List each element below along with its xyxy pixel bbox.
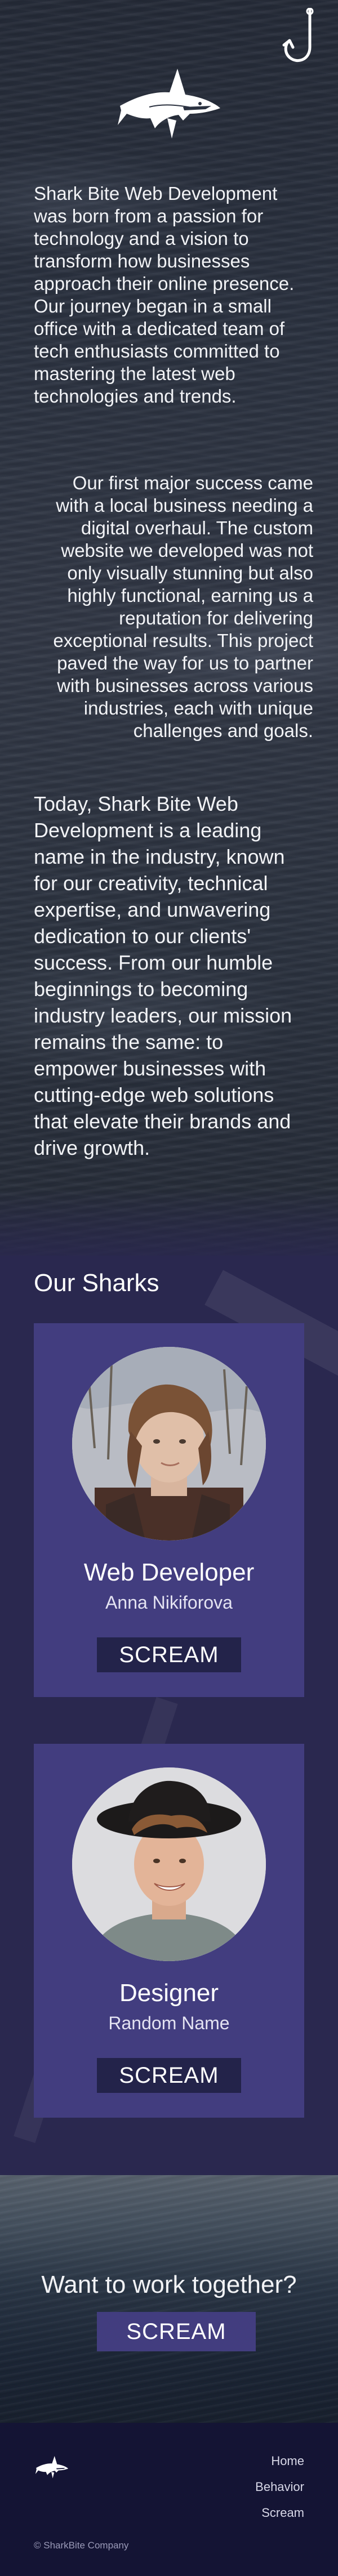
team-member-role: Web Developer bbox=[83, 1559, 255, 1586]
cta-scream-button[interactable]: SCREAM bbox=[97, 2312, 256, 2351]
team-card: Designer Random Name SCREAM bbox=[34, 1744, 304, 2118]
scream-button[interactable]: SCREAM bbox=[97, 2058, 241, 2093]
avatar bbox=[72, 1767, 266, 1961]
footer-nav: Home Behavior Scream bbox=[255, 2454, 304, 2520]
footer: Home Behavior Scream © SharkBite Company bbox=[0, 2423, 338, 2576]
scream-button[interactable]: SCREAM bbox=[97, 1637, 241, 1672]
hero-paragraph-first-success: Our first major success came with a loca… bbox=[53, 472, 313, 741]
hero-section: Shark Bite Web Development was born from… bbox=[0, 0, 338, 1256]
team-member-name: Random Name bbox=[108, 2013, 230, 2033]
shark-logo-icon[interactable] bbox=[34, 2454, 70, 2481]
cta-title: Want to work together? bbox=[41, 2271, 297, 2298]
team-section: Our Sharks Web Developer Anna Nikiforova… bbox=[0, 1256, 338, 2175]
team-member-name: Anna Nikiforova bbox=[105, 1592, 233, 1613]
cta-section: Want to work together? SCREAM bbox=[0, 2175, 338, 2423]
footer-link-scream[interactable]: Scream bbox=[261, 2506, 304, 2520]
shark-logo-icon bbox=[118, 69, 220, 139]
hero-paragraph-today: Today, Shark Bite Web Development is a l… bbox=[34, 792, 292, 1159]
fish-hook-icon bbox=[282, 8, 314, 62]
footer-link-home[interactable]: Home bbox=[271, 2454, 304, 2468]
copyright: © SharkBite Company bbox=[34, 2540, 129, 2551]
team-title: Our Sharks bbox=[34, 1269, 159, 1297]
footer-link-behavior[interactable]: Behavior bbox=[255, 2480, 304, 2494]
team-card: Web Developer Anna Nikiforova SCREAM bbox=[34, 1323, 304, 1697]
avatar bbox=[72, 1347, 266, 1541]
team-member-role: Designer bbox=[119, 1979, 219, 2007]
hero-paragraph-origin: Shark Bite Web Development was born from… bbox=[34, 183, 295, 407]
